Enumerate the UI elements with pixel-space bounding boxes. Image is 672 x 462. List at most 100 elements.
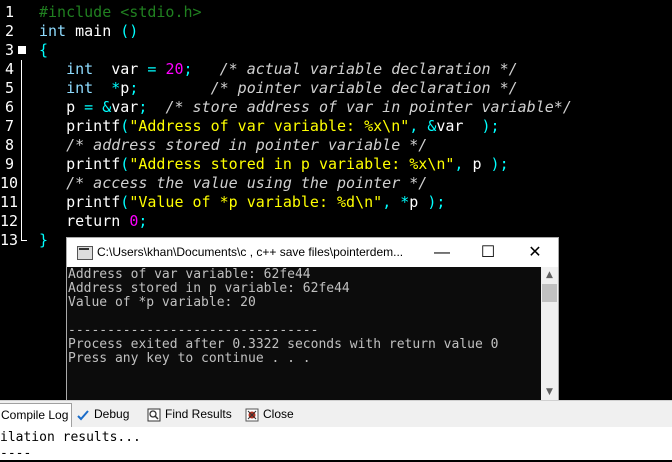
console-scrollbar[interactable]: ▲ ▼	[541, 267, 558, 401]
line-number: 11	[0, 193, 19, 211]
tab-debug[interactable]: Debug	[76, 403, 140, 426]
code-line[interactable]: /* access the value using the pointer */	[39, 174, 427, 193]
line-number: 10	[0, 174, 19, 192]
code-line[interactable]: {	[39, 41, 48, 60]
tab-label: Close	[263, 407, 294, 421]
line-number: 7	[4, 117, 14, 135]
find-results-icon	[147, 408, 161, 422]
code-line[interactable]: return 0;	[39, 212, 147, 231]
code-token: (	[120, 155, 130, 173]
console-titlebar[interactable]: C:\Users\khan\Documents\c , c++ save fil…	[67, 238, 558, 267]
code-token: ;	[183, 60, 193, 78]
fold-toggle-icon[interactable]	[18, 46, 26, 54]
code-line[interactable]: int var = 20; /* actual variable declara…	[39, 60, 518, 79]
minimize-button[interactable]: —	[419, 238, 465, 267]
fold-line	[21, 60, 22, 240]
code-token: /* address stored in pointer variable */	[66, 136, 428, 154]
code-token: ,	[409, 117, 419, 135]
close-bug-icon	[245, 408, 259, 422]
line-number: 12	[0, 212, 19, 230]
console-app-icon	[77, 246, 93, 260]
line-number: 8	[4, 136, 14, 154]
code-token: "Value of *p variable: %d\n"	[129, 193, 383, 211]
code-line[interactable]: int *p; /* pointer variable declaration …	[39, 79, 518, 98]
code-token: var	[111, 98, 139, 116]
tab-compile-log[interactable]: Compile Log	[0, 403, 72, 427]
code-token: printf	[39, 155, 121, 173]
code-token: printf	[39, 193, 121, 211]
code-line[interactable]: #include <stdio.h>	[39, 3, 202, 22]
code-line[interactable]: printf("Address stored in p variable: %x…	[39, 155, 509, 174]
code-token: var	[436, 117, 482, 135]
console-output-line: Address stored in p variable: 62fe44	[68, 281, 350, 296]
line-number: 4	[4, 60, 14, 78]
code-line[interactable]: printf("Value of *p variable: %d\n", *p …	[39, 193, 445, 212]
code-token: ;	[129, 79, 139, 97]
line-number: 2	[4, 22, 14, 40]
code-token: (	[120, 193, 130, 211]
code-token: p	[463, 155, 491, 173]
console-window[interactable]: C:\Users\khan\Documents\c , c++ save fil…	[66, 237, 559, 402]
code-token: /* store address of var in pointer varia…	[165, 98, 572, 116]
code-token: 0	[129, 212, 139, 230]
code-token: p	[409, 193, 428, 211]
code-token: #include <stdio.h>	[39, 3, 202, 21]
code-token: var	[93, 60, 148, 78]
close-window-button[interactable]: ✕	[512, 238, 558, 267]
scroll-up-icon[interactable]: ▲	[541, 267, 558, 284]
code-token: p	[120, 79, 130, 97]
code-token: p	[39, 98, 85, 116]
tab-label: Find Results	[165, 407, 232, 421]
bottom-tab-bar: Compile Log Debug Find Results Close	[0, 400, 672, 428]
code-token: int	[39, 60, 94, 78]
code-token: {	[39, 41, 49, 59]
line-number: 9	[4, 155, 14, 173]
compile-log-panel: ilation results... ----	[0, 427, 672, 461]
code-token: );	[481, 117, 500, 135]
code-token: "Address stored in p variable: %x\n"	[129, 155, 455, 173]
console-output: Address of var variable: 62fe44 Address s…	[67, 267, 541, 401]
fold-end	[21, 240, 27, 241]
scroll-thumb[interactable]	[542, 284, 557, 302]
code-line[interactable]: /* address stored in pointer variable */	[39, 136, 427, 155]
console-output-line: --------------------------------	[68, 323, 319, 338]
code-line[interactable]: }	[39, 231, 48, 250]
code-token: main	[66, 22, 121, 40]
code-line[interactable]: printf("Address of var variable: %x\n", …	[39, 117, 500, 136]
console-output-line: Address of var variable: 62fe44	[68, 267, 311, 282]
debug-check-icon	[77, 410, 89, 421]
maximize-button[interactable]: ☐	[465, 238, 511, 267]
code-token: /* actual variable declaration */	[219, 60, 518, 78]
line-number-gutter: 1 2 3 4 5 6 7 8 9 10 11 12 13	[0, 0, 30, 400]
tab-close[interactable]: Close	[245, 403, 301, 426]
code-token: );	[427, 193, 446, 211]
tab-find-results[interactable]: Find Results	[147, 403, 239, 426]
code-token: /* pointer variable declaration */	[210, 79, 518, 97]
code-token: );	[490, 155, 509, 173]
code-token: printf	[39, 117, 121, 135]
code-token: =	[84, 98, 94, 116]
code-token: &	[102, 98, 112, 116]
line-number: 5	[4, 79, 14, 97]
code-token: /* access the value using the pointer */	[66, 174, 428, 192]
code-line[interactable]: int main ()	[39, 22, 138, 41]
code-token: int	[39, 22, 67, 40]
code-token: return	[39, 212, 121, 230]
tab-label: Debug	[94, 407, 130, 421]
console-output-line: Process exited after 0.3322 seconds with…	[68, 337, 499, 352]
code-line[interactable]: p = &var; /* store address of var in poi…	[39, 98, 572, 117]
console-output-line: Press any key to continue . . .	[68, 351, 311, 366]
line-number: 3	[4, 41, 14, 59]
scroll-down-icon[interactable]: ▼	[541, 384, 558, 401]
code-token: *	[400, 193, 410, 211]
code-token: int	[39, 79, 94, 97]
